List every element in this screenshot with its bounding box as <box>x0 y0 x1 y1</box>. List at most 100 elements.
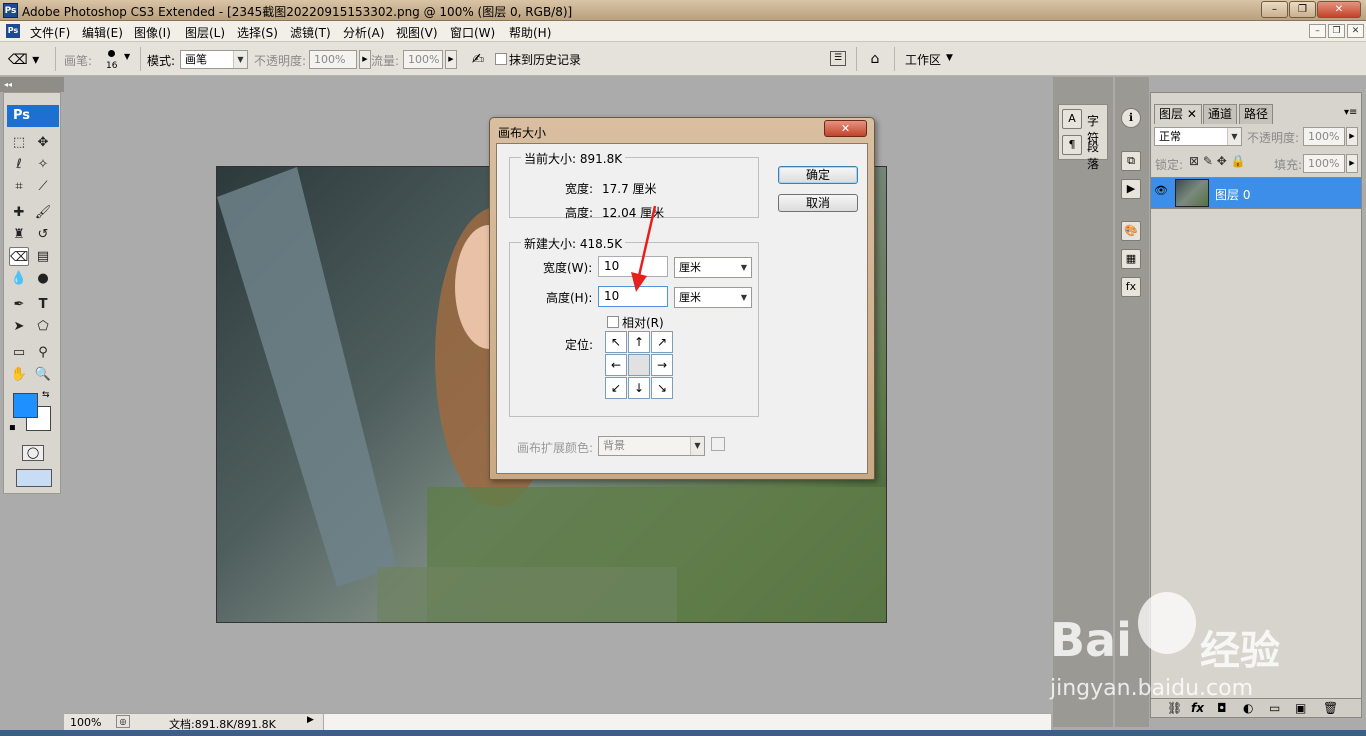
menu-view[interactable]: 视图(V) <box>396 24 438 41</box>
fill-slider-button[interactable]: ▶ <box>1346 154 1358 173</box>
cancel-button[interactable]: 取消 <box>778 194 858 212</box>
doc-close-button[interactable]: ✕ <box>1347 24 1364 38</box>
tab-channels[interactable]: 通道 <box>1203 104 1238 124</box>
dialog-close-button[interactable]: ✕ <box>824 120 867 137</box>
hand-tool-icon[interactable]: ✋ <box>9 365 29 384</box>
relative-checkbox[interactable] <box>607 316 619 328</box>
swap-colors-icon[interactable]: ⇆ <box>42 390 50 400</box>
add-mask-icon[interactable]: ◘ <box>1217 701 1227 715</box>
pen-tool-icon[interactable]: ✒ <box>9 295 29 314</box>
brush-tool-icon[interactable]: 🖌 <box>33 203 53 222</box>
anchor-n-icon[interactable]: ↑ <box>628 331 650 353</box>
width-unit-select[interactable]: 厘米 ▼ <box>674 257 752 278</box>
ext-color-swatch[interactable] <box>711 437 725 451</box>
eyedropper-tool-icon[interactable]: ⚲ <box>33 343 53 362</box>
marquee-tool-icon[interactable]: ⬚ <box>9 133 29 152</box>
anchor-center[interactable] <box>628 354 650 376</box>
fx-icon[interactable]: fx <box>1191 701 1204 715</box>
layer-opacity-slider-button[interactable]: ▶ <box>1346 127 1358 146</box>
foreground-color-swatch[interactable] <box>13 393 38 418</box>
history-brush-tool-icon[interactable]: ↺ <box>33 225 53 244</box>
trash-icon[interactable]: 🗑 <box>1323 701 1338 715</box>
color-icon[interactable]: 🎨 <box>1121 221 1141 241</box>
ps-menu-logo[interactable]: Ps <box>6 24 20 38</box>
menu-filter[interactable]: 滤镜(T) <box>290 24 331 41</box>
flow-input[interactable]: 100% <box>403 50 443 69</box>
shape-tool-icon[interactable]: ⬠ <box>33 317 53 336</box>
airbrush-icon[interactable]: ✍ <box>467 48 489 70</box>
lasso-tool-icon[interactable]: ℓ <box>9 155 29 174</box>
layer-opacity-input[interactable]: 100% <box>1303 127 1345 146</box>
menu-layer[interactable]: 图层(L) <box>185 24 225 41</box>
actions-icon[interactable]: ▶ <box>1121 179 1141 199</box>
eraser-preset-icon[interactable]: ⌫ ▾ <box>8 50 44 70</box>
toolbox-header[interactable]: ◂◂ <box>0 77 64 92</box>
move-tool-icon[interactable]: ✥ <box>33 133 53 152</box>
character-icon[interactable]: A <box>1062 109 1082 129</box>
styles-icon[interactable]: fx <box>1121 277 1141 297</box>
layer-name[interactable]: 图层 0 <box>1215 186 1250 203</box>
link-layers-icon[interactable]: ⛓ <box>1167 701 1182 715</box>
notes-tool-icon[interactable]: ▭ <box>9 343 29 362</box>
history-icon[interactable]: ⧉ <box>1121 151 1141 171</box>
menu-analysis[interactable]: 分析(A) <box>343 24 385 41</box>
path-selection-tool-icon[interactable]: ➤ <box>9 317 29 336</box>
menu-window[interactable]: 窗口(W) <box>450 24 495 41</box>
dodge-tool-icon[interactable]: ● <box>33 269 53 288</box>
doc-restore-button[interactable]: ❐ <box>1328 24 1345 38</box>
horizontal-scrollbar[interactable] <box>323 714 1051 730</box>
erase-history-checkbox[interactable] <box>495 53 507 65</box>
panel-menu-icon[interactable]: ▾≡ <box>1344 107 1357 118</box>
tab-close-icon[interactable]: ✕ <box>1187 107 1197 121</box>
zoom-level[interactable]: 100% <box>70 716 101 729</box>
healing-brush-tool-icon[interactable]: ✚ <box>9 203 29 222</box>
menu-select[interactable]: 选择(S) <box>237 24 278 41</box>
new-group-icon[interactable]: ▭ <box>1269 701 1280 715</box>
paragraph-icon[interactable]: ¶ <box>1062 135 1082 155</box>
menu-help[interactable]: 帮助(H) <box>509 24 551 41</box>
gradient-tool-icon[interactable]: ▤ <box>33 247 53 266</box>
bridge-icon[interactable]: ⌂ <box>863 49 887 69</box>
menu-image[interactable]: 图像(I) <box>134 24 171 41</box>
anchor-e-icon[interactable]: → <box>651 354 673 376</box>
mode-select[interactable]: 画笔 ▼ <box>180 50 248 69</box>
minimize-button[interactable]: – <box>1261 1 1288 18</box>
restore-button[interactable]: ❐ <box>1289 1 1316 18</box>
paragraph-label[interactable]: 段落 <box>1087 138 1107 172</box>
status-arrow-icon[interactable]: ▶ <box>307 715 314 725</box>
status-menu-icon[interactable]: ◎ <box>116 715 130 728</box>
anchor-se-icon[interactable]: ↘ <box>651 377 673 399</box>
close-button[interactable]: ✕ <box>1317 1 1361 18</box>
adjustment-layer-icon[interactable]: ◐ <box>1243 701 1253 715</box>
blend-mode-select[interactable]: 正常 ▼ <box>1154 127 1242 146</box>
magic-wand-tool-icon[interactable]: ✧ <box>33 155 53 174</box>
ok-button[interactable]: 确定 <box>778 166 858 184</box>
eye-visibility-icon[interactable]: 👁 <box>1154 184 1168 200</box>
menu-edit[interactable]: 编辑(E) <box>82 24 123 41</box>
anchor-s-icon[interactable]: ↓ <box>628 377 650 399</box>
flow-slider-button[interactable]: ▶ <box>445 50 457 69</box>
ext-color-select[interactable]: 背景 ▼ <box>598 436 705 456</box>
anchor-w-icon[interactable]: ← <box>605 354 627 376</box>
fill-input[interactable]: 100% <box>1303 154 1345 173</box>
workspace-menu[interactable]: 工作区 <box>905 51 941 68</box>
info-icon[interactable]: ℹ <box>1121 108 1141 128</box>
crop-tool-icon[interactable]: ⌗ <box>9 177 29 196</box>
blur-tool-icon[interactable]: 💧 <box>9 269 29 288</box>
lock-icons[interactable]: ⊠ ✎ ✥ 🔒 <box>1189 154 1246 168</box>
slice-tool-icon[interactable]: ⟋ <box>33 177 53 196</box>
brush-picker[interactable]: 16 ▼ <box>104 48 132 72</box>
opacity-slider-button[interactable]: ▶ <box>359 50 371 69</box>
anchor-sw-icon[interactable]: ↙ <box>605 377 627 399</box>
eraser-tool-icon[interactable]: ⌫ <box>9 247 29 266</box>
type-tool-icon[interactable]: T <box>33 295 53 314</box>
screen-mode-icon[interactable] <box>16 469 52 487</box>
layer-row[interactable]: 👁 图层 0 <box>1151 177 1361 209</box>
doc-minimize-button[interactable]: – <box>1309 24 1326 38</box>
new-layer-icon[interactable]: ▣ <box>1295 701 1306 715</box>
zoom-tool-icon[interactable]: 🔍 <box>33 365 53 384</box>
tab-paths[interactable]: 路径 <box>1239 104 1274 124</box>
swatches-icon[interactable]: ▦ <box>1121 249 1141 269</box>
opacity-input[interactable]: 100% <box>309 50 357 69</box>
default-colors-icon[interactable]: ◾ <box>9 423 16 433</box>
